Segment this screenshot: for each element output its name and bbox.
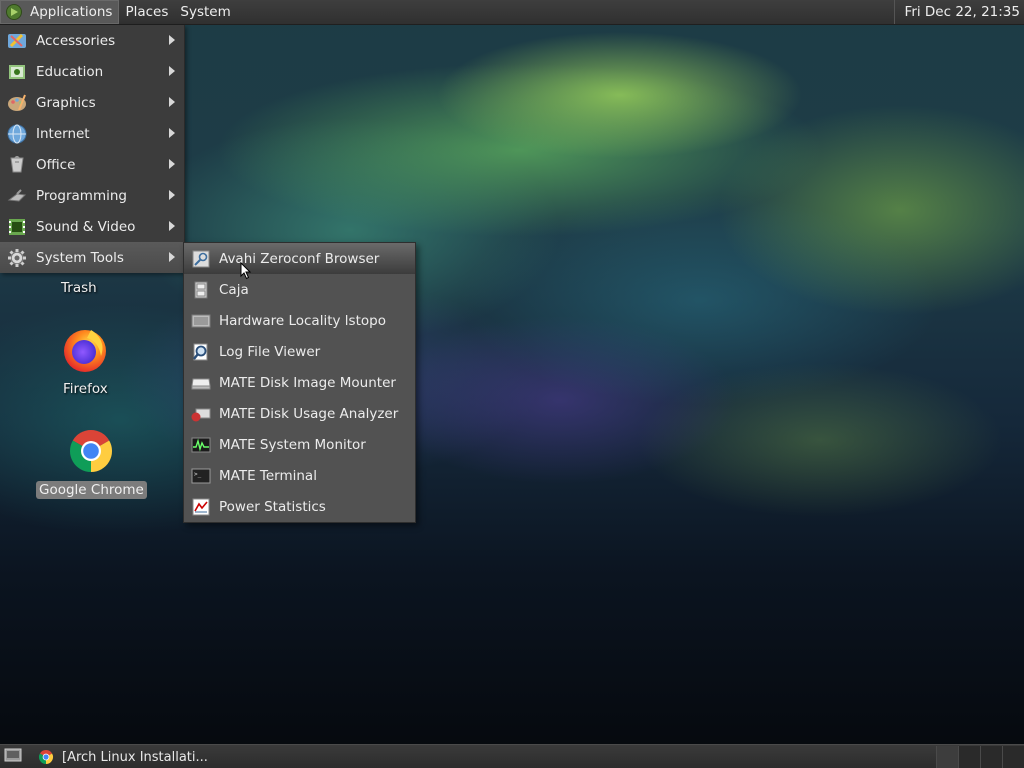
firefox-icon [61, 326, 109, 378]
submenu-item-log-file-viewer[interactable]: Log File Viewer [184, 336, 415, 367]
submenu-item-hardware-locality-lstopo[interactable]: Hardware Locality lstopo [184, 305, 415, 336]
menu-item-label: Sound & Video [36, 218, 136, 235]
bottom-panel: [Arch Linux Installati... [0, 744, 1024, 768]
mate-logo-icon [6, 4, 22, 20]
menu-item-label: Education [36, 63, 104, 80]
hardware-icon [191, 311, 211, 331]
accessories-icon [7, 31, 27, 51]
submenu-item-label: MATE Disk Image Mounter [219, 374, 396, 391]
education-icon [7, 62, 27, 82]
menu-item-accessories[interactable]: Accessories [0, 25, 184, 56]
submenu-item-caja[interactable]: Caja [184, 274, 415, 305]
svg-text:>_: >_ [194, 471, 202, 478]
desktop-icon-label: Google Chrome [36, 481, 147, 499]
applications-menu: Accessories Education Graphics Internet … [0, 25, 185, 273]
menu-item-label: Programming [36, 187, 127, 204]
workspace-4[interactable] [1002, 746, 1024, 768]
menu-item-system-tools[interactable]: System Tools [0, 242, 184, 273]
applications-menu-button[interactable]: Applications [0, 0, 120, 24]
submenu-arrow-icon [169, 66, 175, 76]
submenu-item-mate-terminal[interactable]: >_ MATE Terminal [184, 460, 415, 491]
system-menu-button[interactable]: System [174, 0, 236, 24]
chrome-icon [67, 427, 115, 479]
file-cabinet-icon [191, 280, 211, 300]
menu-item-sound-video[interactable]: Sound & Video [0, 211, 184, 242]
submenu-item-label: MATE Disk Usage Analyzer [219, 405, 399, 422]
places-menu-button[interactable]: Places [119, 0, 174, 24]
submenu-item-avahi-zeroconf-browser[interactable]: Avahi Zeroconf Browser [184, 243, 415, 274]
workspace-switcher [936, 745, 1024, 768]
submenu-arrow-icon [169, 252, 175, 262]
submenu-arrow-icon [169, 221, 175, 231]
submenu-item-label: Power Statistics [219, 498, 326, 515]
system-menu-label: System [180, 4, 231, 20]
workspace-3[interactable] [980, 746, 1002, 768]
places-menu-label: Places [125, 4, 169, 20]
desktop-icon-google-chrome[interactable]: Google Chrome [36, 427, 147, 499]
applications-menu-label: Applications [30, 4, 113, 20]
menu-item-education[interactable]: Education [0, 56, 184, 87]
menu-item-programming[interactable]: Programming [0, 180, 184, 211]
system-monitor-icon [191, 435, 211, 455]
submenu-item-label: Log File Viewer [219, 343, 321, 360]
workspace-1[interactable] [936, 746, 958, 768]
menu-item-label: System Tools [36, 249, 124, 266]
taskbar-window-button[interactable]: [Arch Linux Installati... [38, 746, 208, 768]
show-desktop-button[interactable] [2, 748, 24, 766]
internet-icon [7, 124, 27, 144]
submenu-arrow-icon [169, 128, 175, 138]
mouse-pointer-icon [240, 261, 252, 284]
programming-icon [7, 186, 27, 206]
disk-usage-icon [191, 404, 211, 424]
disk-mounter-icon [191, 373, 211, 393]
menu-item-graphics[interactable]: Graphics [0, 87, 184, 118]
menu-item-label: Office [36, 156, 76, 173]
menu-item-label: Internet [36, 125, 90, 142]
menu-item-label: Graphics [36, 94, 96, 111]
submenu-arrow-icon [169, 97, 175, 107]
submenu-item-mate-disk-usage-analyzer[interactable]: MATE Disk Usage Analyzer [184, 398, 415, 429]
submenu-arrow-icon [169, 159, 175, 169]
desktop-icon-label: Trash [61, 280, 97, 296]
menu-item-internet[interactable]: Internet [0, 118, 184, 149]
workspace-2[interactable] [958, 746, 980, 768]
system-tools-icon [7, 248, 27, 268]
menu-item-label: Accessories [36, 32, 116, 49]
power-statistics-icon [191, 497, 211, 517]
submenu-item-label: MATE System Monitor [219, 436, 366, 453]
menu-item-office[interactable]: Office [0, 149, 184, 180]
avahi-icon [191, 249, 211, 269]
system-tools-submenu: Avahi Zeroconf Browser Caja Hardware Loc… [183, 242, 416, 523]
desktop-icon-trash[interactable]: Trash [58, 277, 100, 297]
submenu-arrow-icon [169, 35, 175, 45]
log-viewer-icon [191, 342, 211, 362]
terminal-icon: >_ [191, 466, 211, 486]
chrome-icon [38, 749, 54, 765]
office-icon [7, 155, 27, 175]
clock[interactable]: Fri Dec 22, 21:35 [893, 0, 1024, 24]
sound-video-icon [7, 217, 27, 237]
submenu-item-label: Hardware Locality lstopo [219, 312, 386, 329]
show-desktop-icon [4, 748, 22, 766]
submenu-item-label: MATE Terminal [219, 467, 317, 484]
desktop-icon-label: Firefox [63, 381, 108, 397]
submenu-item-mate-disk-image-mounter[interactable]: MATE Disk Image Mounter [184, 367, 415, 398]
submenu-arrow-icon [169, 190, 175, 200]
graphics-icon [7, 93, 27, 113]
taskbar-window-label: [Arch Linux Installati... [62, 749, 208, 765]
submenu-item-mate-system-monitor[interactable]: MATE System Monitor [184, 429, 415, 460]
submenu-item-power-statistics[interactable]: Power Statistics [184, 491, 415, 522]
top-panel: Applications Places System Fri Dec 22, 2… [0, 0, 1024, 25]
desktop-icon-firefox[interactable]: Firefox [60, 326, 111, 398]
